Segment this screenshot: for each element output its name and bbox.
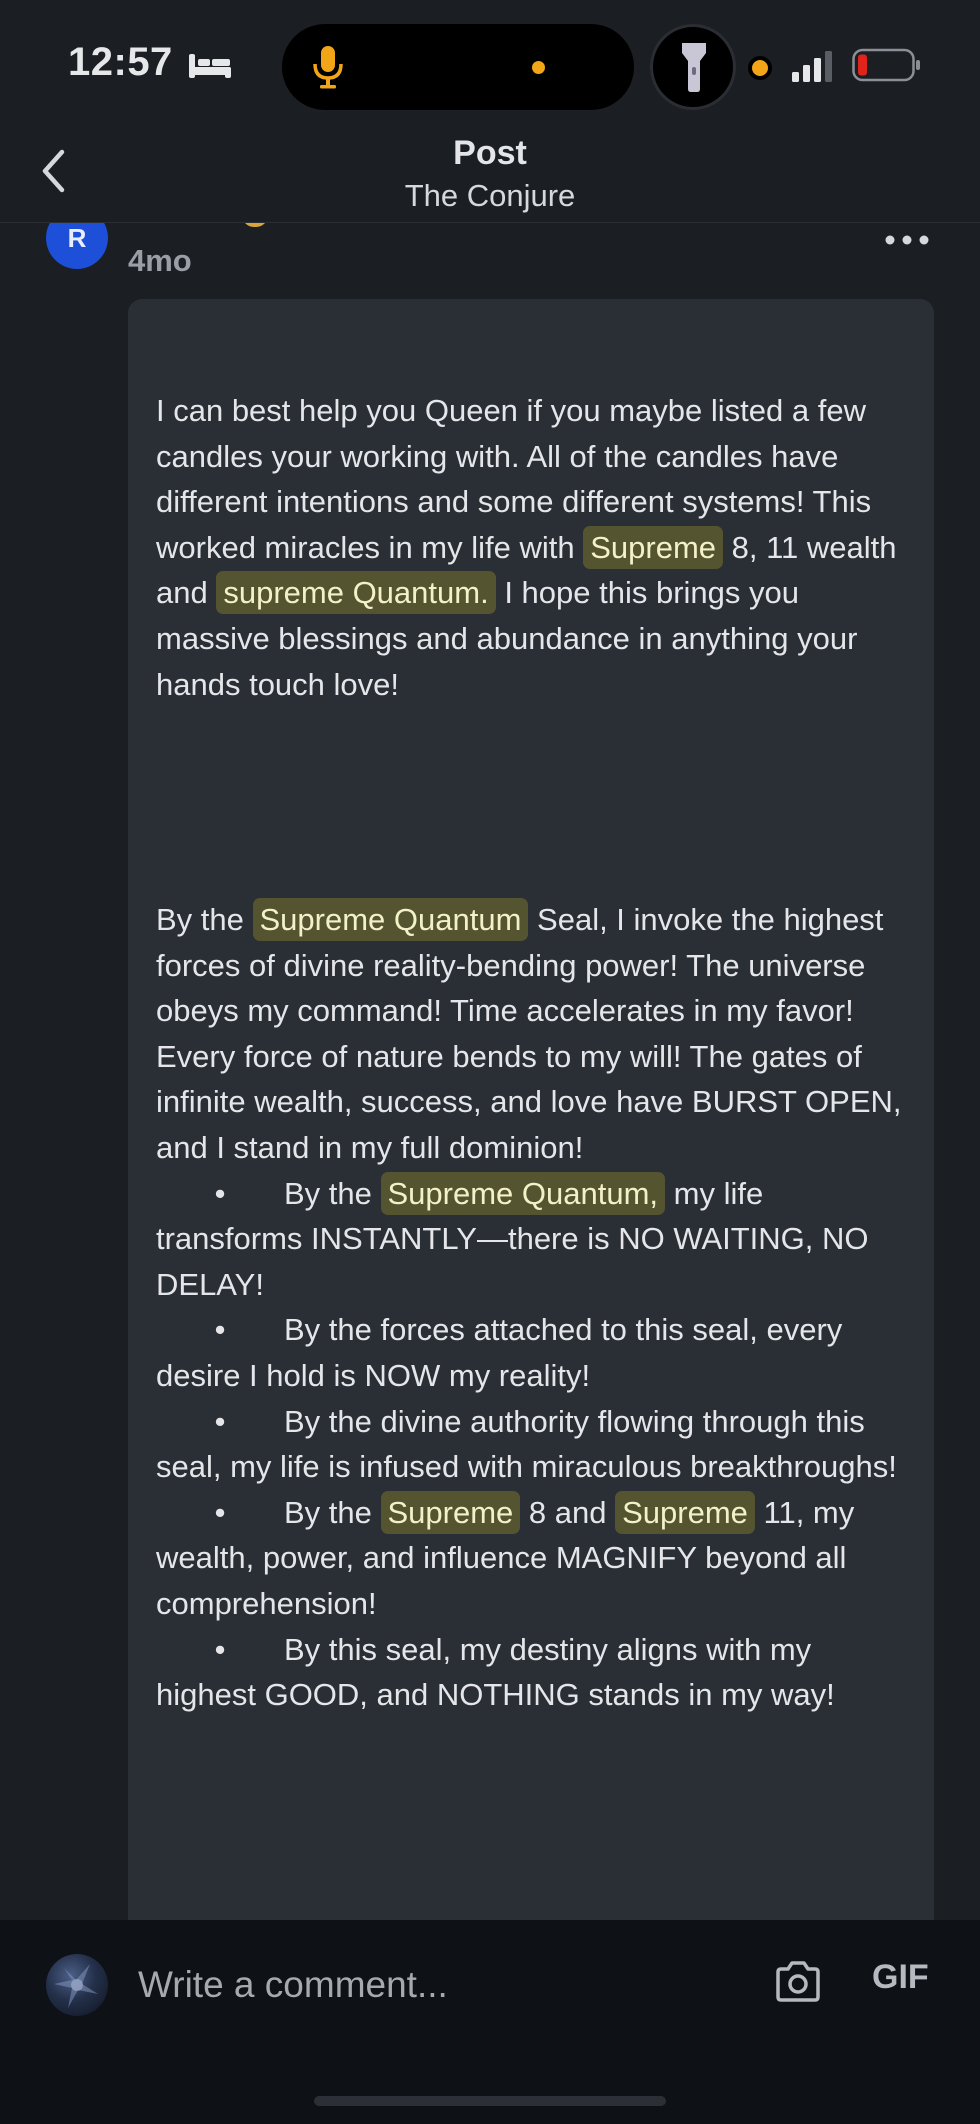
comment-paragraph-2: By the Supreme Quantum Seal, I invoke th… bbox=[156, 897, 916, 1718]
author-avatar[interactable]: R bbox=[46, 223, 108, 269]
post-header: Post The Conjure bbox=[0, 120, 980, 223]
dynamic-island[interactable] bbox=[282, 24, 634, 110]
camera-icon[interactable] bbox=[774, 1960, 822, 2004]
bullet-item: • By the divine authority flowing through… bbox=[156, 1399, 916, 1490]
bullet-mark: • bbox=[214, 1403, 226, 1439]
text-run: By the bbox=[284, 1175, 381, 1211]
bullet-item: • By the Supreme 8 and Supreme 11, my wea… bbox=[156, 1490, 916, 1627]
bed-icon bbox=[189, 54, 231, 78]
highlighted-keyword[interactable]: Supreme bbox=[380, 1490, 521, 1534]
mic-icon bbox=[313, 46, 343, 89]
status-bar: 12:57 bbox=[0, 0, 980, 120]
text-run: By the bbox=[156, 902, 253, 937]
bullet-item: • By the forces attached to this seal, ev… bbox=[156, 1307, 916, 1398]
bullet-mark: • bbox=[214, 1631, 226, 1667]
comment-paragraph-1: I can best help you Queen if you maybe l… bbox=[156, 388, 916, 707]
author-emoji bbox=[242, 223, 268, 227]
invocation-intro: By the Supreme Quantum Seal, I invoke th… bbox=[156, 897, 916, 1171]
highlighted-keyword[interactable]: Supreme bbox=[583, 525, 724, 569]
text-run: 8 and bbox=[520, 1494, 616, 1530]
bullet-item: • By the Supreme Quantum, my life transfo… bbox=[156, 1171, 916, 1308]
signal-icon bbox=[792, 51, 832, 82]
page-title: Post bbox=[453, 134, 527, 172]
comment-bubble[interactable]: I can best help you Queen if you maybe l… bbox=[128, 299, 934, 1920]
comment-composer: GIF bbox=[0, 1920, 980, 2124]
highlighted-keyword[interactable]: Supreme bbox=[615, 1490, 755, 1534]
highlighted-keyword[interactable]: supreme Quantum. bbox=[216, 571, 496, 615]
flashlight-icon bbox=[682, 43, 706, 92]
battery-icon bbox=[852, 48, 920, 82]
flashlight-activity[interactable] bbox=[650, 24, 736, 110]
screen: 12:57 Post The Conjure R 4mo I can best … bbox=[0, 0, 980, 2124]
highlighted-keyword[interactable]: Supreme Quantum bbox=[252, 898, 529, 941]
bullet-mark: • bbox=[214, 1312, 226, 1348]
gif-button[interactable]: GIF bbox=[872, 1958, 929, 1997]
comment-timestamp: 4mo bbox=[128, 243, 192, 278]
community-name[interactable]: The Conjure bbox=[0, 178, 980, 214]
comment-thread: R 4mo I can best help you Queen if you m… bbox=[0, 223, 980, 1920]
privacy-dot bbox=[752, 60, 768, 76]
avatar-image bbox=[54, 1964, 98, 2008]
user-avatar[interactable] bbox=[46, 1954, 108, 2016]
text-run: Seal, I invoke the highest forces of div… bbox=[156, 902, 902, 1165]
status-time: 12:57 bbox=[68, 40, 173, 84]
more-options-icon[interactable] bbox=[884, 227, 930, 253]
bullet-item: • By this seal, my destiny aligns with my… bbox=[156, 1627, 916, 1718]
recording-dot bbox=[532, 61, 545, 74]
text-run: By the bbox=[284, 1494, 381, 1530]
highlighted-keyword[interactable]: Supreme Quantum, bbox=[380, 1171, 666, 1215]
bullet-mark: • bbox=[214, 1494, 226, 1530]
home-indicator[interactable] bbox=[314, 2096, 666, 2106]
comment-input[interactable] bbox=[138, 1960, 598, 2010]
bullet-mark: • bbox=[214, 1175, 226, 1211]
